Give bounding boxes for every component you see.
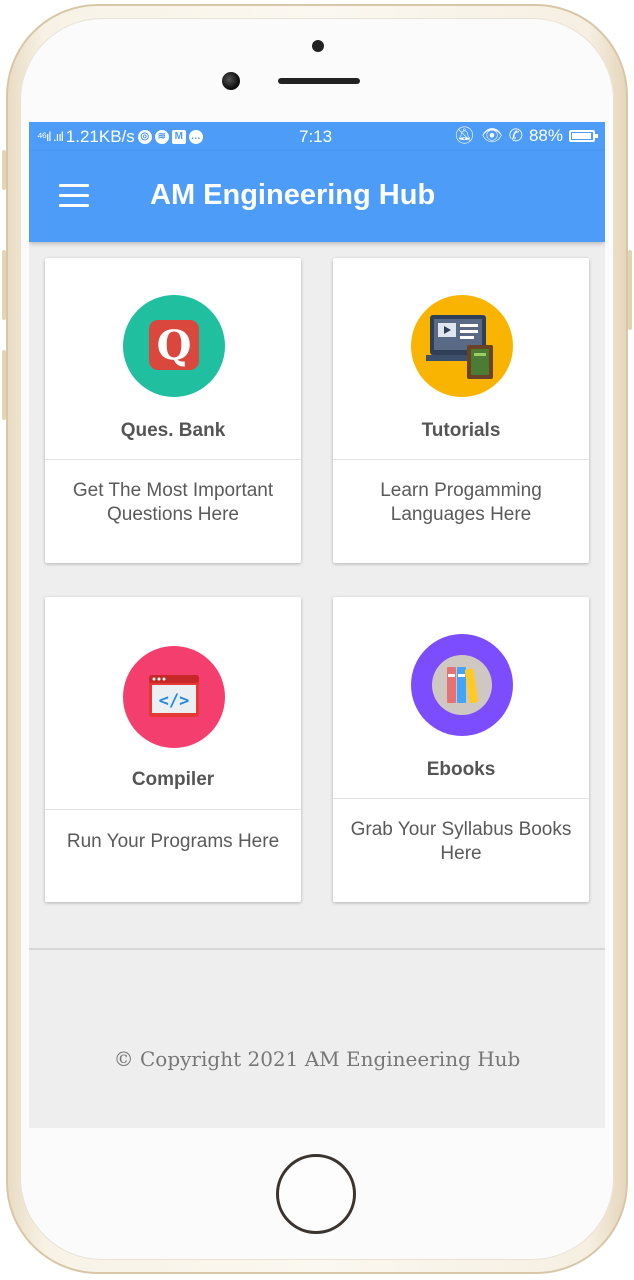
eye-icon: 👁︎ xyxy=(481,126,503,145)
front-camera xyxy=(312,40,324,52)
card-compiler[interactable]: </> Compiler Run Your Programs Here xyxy=(45,597,301,902)
app-screen: ⁴⁶ıl .ııl 1.21KB/s ◎ ≋ M … 7:13 🔕︎ 👁︎ ✆ … xyxy=(29,122,605,1128)
copyright-text: © Copyright 2021 AM Engineering Hub xyxy=(113,1047,521,1071)
app-title: AM Engineering Hub xyxy=(150,179,436,211)
quora-q-icon: Q xyxy=(123,295,225,397)
message-icon: … xyxy=(188,129,203,144)
hamburger-menu-icon[interactable] xyxy=(59,184,89,207)
earpiece-speaker xyxy=(278,78,360,84)
side-button xyxy=(2,150,6,190)
bell-muted-icon: 🔕︎ xyxy=(453,126,476,145)
signal-icon: ⁴⁶ıl .ııl xyxy=(37,129,64,144)
power-button xyxy=(628,250,632,330)
network-speed: 1.21KB/s xyxy=(65,126,135,146)
card-title: Ques. Bank xyxy=(120,420,226,441)
spotify-icon: ≋ xyxy=(154,129,169,144)
volume-down-button xyxy=(2,350,6,420)
card-title: Ebooks xyxy=(426,759,496,780)
app-bar: AM Engineering Hub xyxy=(29,151,605,242)
volume-up-button xyxy=(2,250,6,320)
status-bar: ⁴⁶ıl .ııl 1.21KB/s ◎ ≋ M … 7:13 🔕︎ 👁︎ ✆ … xyxy=(29,122,605,151)
svg-text:</>: </> xyxy=(159,691,190,711)
card-ques-bank[interactable]: Q Ques. Bank Get The Most Important Ques… xyxy=(45,258,301,563)
battery-icon xyxy=(569,130,598,142)
card-tutorials[interactable]: Tutorials Learn Progamming Languages Her… xyxy=(333,258,589,563)
svg-text:Q: Q xyxy=(157,322,192,369)
card-description: Run Your Programs Here xyxy=(66,831,280,852)
hd-call-icon: ✆ xyxy=(508,126,523,145)
footer-divider xyxy=(29,948,605,950)
code-editor-icon: </> xyxy=(123,646,225,748)
card-description: Grab Your Syllabus Books Here xyxy=(350,819,572,864)
gmail-icon: M xyxy=(171,129,186,144)
card-description: Learn Progamming Languages Here xyxy=(380,480,542,525)
home-button[interactable] xyxy=(276,1154,356,1234)
card-ebooks[interactable]: Ebooks Grab Your Syllabus Books Here xyxy=(333,597,589,902)
clock: 7:13 xyxy=(299,127,333,146)
books-icon xyxy=(411,634,513,736)
viber-icon: ◎ xyxy=(137,129,152,144)
camera-lens xyxy=(222,72,240,90)
card-title: Tutorials xyxy=(421,420,501,441)
battery-percent: 88% xyxy=(528,126,563,145)
video-tutorial-icon xyxy=(411,295,513,397)
card-title: Compiler xyxy=(131,769,215,790)
card-description: Get The Most Important Questions Here xyxy=(72,480,274,525)
